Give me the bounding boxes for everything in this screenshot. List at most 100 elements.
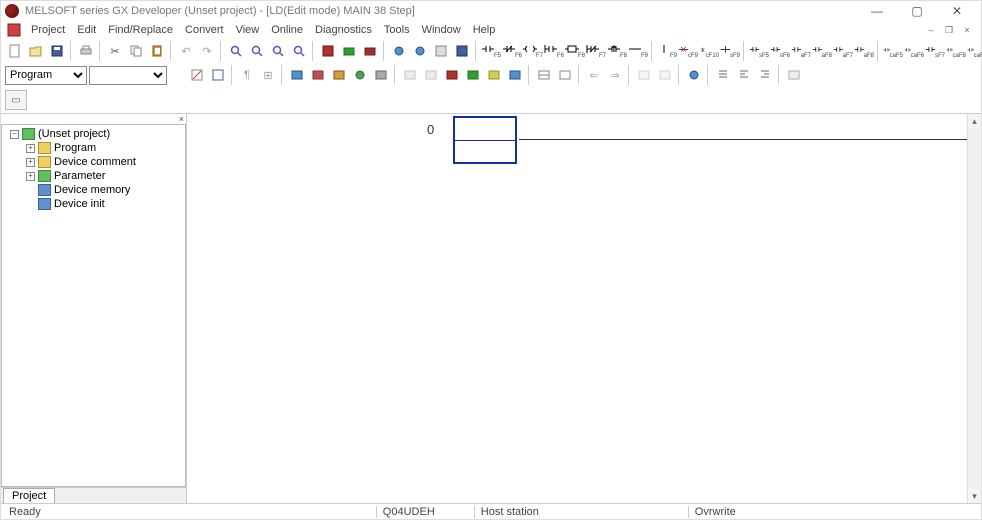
ladder-coil-button[interactable]: F7 (523, 41, 543, 61)
tool-b-button[interactable] (308, 65, 328, 85)
menu-find-replace[interactable]: Find/Replace (102, 23, 179, 37)
scroll-up-button[interactable]: ▴ (968, 114, 981, 128)
ladder-nc-parallel-button[interactable]: F7 (586, 41, 606, 61)
cut-button[interactable]: ✂ (105, 41, 125, 61)
tool-r-button[interactable] (684, 65, 704, 85)
tool-o-button[interactable]: ⇒ (605, 65, 625, 85)
maximize-button[interactable]: ▢ (897, 1, 937, 21)
tool-e-button[interactable] (371, 65, 391, 85)
align-3-button[interactable] (755, 65, 775, 85)
ladder-editor[interactable]: 0 [ END ] (187, 114, 981, 503)
find-next-button[interactable] (289, 41, 309, 61)
tool-m-button[interactable] (555, 65, 575, 85)
tool-a-button[interactable] (287, 65, 307, 85)
ladder-vline-add-button[interactable]: sF9 (720, 41, 740, 61)
vertical-scrollbar[interactable]: ▴ ▾ (967, 114, 981, 503)
sidebar-close-button[interactable]: × (179, 114, 184, 124)
register-button[interactable] (318, 41, 338, 61)
menu-window[interactable]: Window (416, 23, 467, 37)
ladder-ext-5-button[interactable]: caF9 (967, 41, 982, 61)
tool-n-button[interactable]: ⇐ (584, 65, 604, 85)
tool-h-button[interactable] (442, 65, 462, 85)
scroll-down-button[interactable]: ▾ (968, 489, 981, 503)
ladder-ext-3-button[interactable]: sF7 (925, 41, 945, 61)
small-toolbar-button[interactable]: ▭ (5, 90, 27, 110)
zoom-in-button[interactable] (247, 41, 267, 61)
mdi-minimize-button[interactable]: – (923, 23, 939, 37)
minimize-button[interactable]: — (857, 1, 897, 21)
tree-expand-icon[interactable]: + (26, 158, 35, 167)
tool-p-button[interactable] (634, 65, 654, 85)
tool-d-button[interactable] (350, 65, 370, 85)
debug-button-4[interactable] (452, 41, 472, 61)
menu-help[interactable]: Help (467, 23, 502, 37)
menu-diagnostics[interactable]: Diagnostics (309, 23, 378, 37)
menu-project[interactable]: Project (25, 23, 71, 37)
tree-node-device-memory[interactable]: Device memory (4, 183, 183, 197)
ladder-selection-box[interactable] (453, 116, 517, 164)
menu-tools[interactable]: Tools (378, 23, 416, 37)
tree-expand-icon[interactable]: + (26, 144, 35, 153)
tree-expand-icon[interactable]: + (26, 172, 35, 181)
program-select[interactable]: Program (5, 66, 87, 85)
find-button[interactable] (226, 41, 246, 61)
debug-button-2[interactable] (410, 41, 430, 61)
align-2-button[interactable] (734, 65, 754, 85)
ladder-ext-1-button[interactable]: caF5 (883, 41, 903, 61)
zoom-out-button[interactable] (268, 41, 288, 61)
paste-button[interactable] (147, 41, 167, 61)
menu-edit[interactable]: Edit (71, 23, 102, 37)
ladder-pulse-nc-button[interactable]: ↓sF6 (770, 41, 790, 61)
ladder-vline-button[interactable]: F9 (657, 41, 677, 61)
monitor-stop-button[interactable] (360, 41, 380, 61)
tree-node-program[interactable]: + Program (4, 141, 183, 155)
ladder-app-inst-button[interactable]: F8 (565, 41, 585, 61)
align-1-button[interactable] (713, 65, 733, 85)
ladder-pulse-rise-button[interactable]: aF7 (791, 41, 811, 61)
ladder-not-button[interactable]: aF7 (833, 41, 853, 61)
ladder-ext-4-button[interactable]: caF8 (946, 41, 966, 61)
last-button[interactable] (784, 65, 804, 85)
tool-l-button[interactable] (534, 65, 554, 85)
tool-k-button[interactable] (505, 65, 525, 85)
monitor-start-button[interactable] (339, 41, 359, 61)
close-button[interactable]: ✕ (937, 1, 977, 21)
tree-node-device-comment[interactable]: + Device comment (4, 155, 183, 169)
tree-node-parameter[interactable]: + Parameter (4, 169, 183, 183)
tool-i-button[interactable] (463, 65, 483, 85)
project-tree[interactable]: − (Unset project) + Program + Device com… (1, 124, 186, 487)
ladder-nc-contact-button[interactable]: F6 (502, 41, 522, 61)
edit-mode-button[interactable] (187, 65, 207, 85)
debug-button-3[interactable] (431, 41, 451, 61)
menu-view[interactable]: View (230, 23, 266, 37)
ladder-hline-button[interactable]: F9 (628, 41, 648, 61)
menu-convert[interactable]: Convert (179, 23, 230, 37)
ladder-rising-button[interactable]: F8 (607, 41, 627, 61)
undo-button[interactable]: ↶ (176, 41, 196, 61)
write-mode-button[interactable] (208, 65, 228, 85)
blank-select[interactable] (89, 66, 167, 85)
ladder-no-parallel-button[interactable]: F6 (544, 41, 564, 61)
tool-c-button[interactable] (329, 65, 349, 85)
ladder-no-contact-button[interactable]: F5 (481, 41, 501, 61)
print-button[interactable] (76, 41, 96, 61)
tool-g-button[interactable] (421, 65, 441, 85)
tool-f-button[interactable] (400, 65, 420, 85)
sidebar-tab-project[interactable]: Project (3, 488, 55, 503)
tree-collapse-icon[interactable]: − (10, 130, 19, 139)
ladder-pulse-fall-button[interactable]: aF8 (812, 41, 832, 61)
tool-q-button[interactable] (655, 65, 675, 85)
new-file-button[interactable] (5, 41, 25, 61)
tool-j-button[interactable] (484, 65, 504, 85)
tree-node-device-init[interactable]: Device init (4, 197, 183, 211)
mdi-close-button[interactable]: × (959, 23, 975, 37)
mdi-restore-button[interactable]: ❐ (941, 23, 957, 37)
ladder-ext-2-button[interactable]: caF6 (904, 41, 924, 61)
statement-display-button[interactable]: ⊞ (258, 65, 278, 85)
ladder-del-hline-button[interactable]: cF9 (678, 41, 698, 61)
ladder-del-vline-button[interactable]: cF10 (699, 41, 719, 61)
comment-display-button[interactable]: ¶ (237, 65, 257, 85)
menu-online[interactable]: Online (265, 23, 309, 37)
save-button[interactable] (47, 41, 67, 61)
tree-root[interactable]: − (Unset project) (4, 127, 183, 141)
